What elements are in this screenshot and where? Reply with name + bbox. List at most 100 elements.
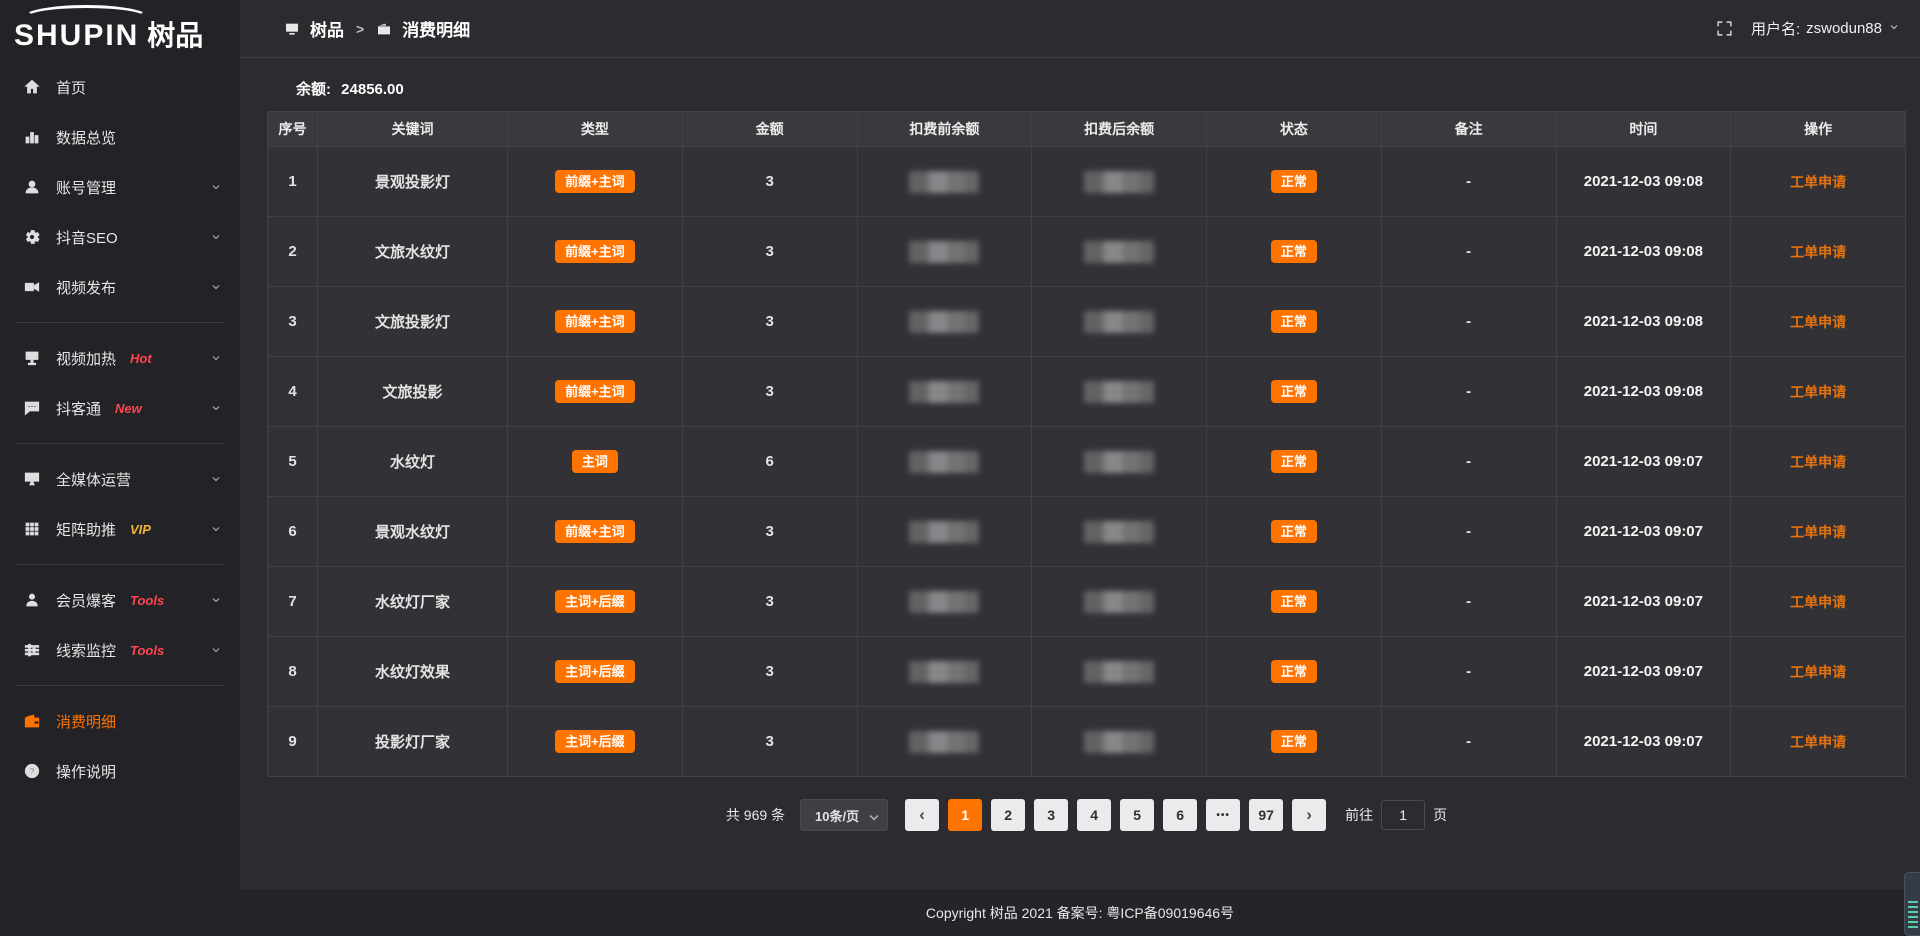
balance-value: 24856.00 [341,81,404,98]
cell-action: 工单申请 [1731,427,1906,497]
user-menu[interactable]: 用户名: zswodun88 [1751,18,1900,39]
prev-page-button[interactable]: ‹ [905,799,939,831]
cell-status: 正常 [1207,427,1382,497]
cell-balance-before [857,637,1032,707]
type-tag: 主词+后缀 [555,590,635,613]
work-order-link[interactable]: 工单申请 [1790,244,1846,260]
sidebar-item-account-management[interactable]: 账号管理 [0,162,240,212]
cell-status: 正常 [1207,707,1382,777]
cell-balance-before [857,287,1032,357]
work-order-link[interactable]: 工单申请 [1790,384,1846,400]
chevron-down-icon [210,644,222,656]
status-badge: 正常 [1271,590,1317,613]
chevron-down-icon [210,231,222,243]
page-size-select[interactable]: 10条/页 [800,799,888,831]
cell-index: 1 [268,147,318,217]
chevron-down-icon [210,181,222,193]
sidebar-item-lead-monitor[interactable]: 线索监控 Tools [0,625,240,675]
work-order-link[interactable]: 工单申请 [1790,174,1846,190]
cell-amount: 3 [682,567,857,637]
page-button-2[interactable]: 2 [991,799,1025,831]
cell-index: 9 [268,707,318,777]
cell-balance-before [857,147,1032,217]
type-tag: 主词+后缀 [555,660,635,683]
page-button-6[interactable]: 6 [1163,799,1197,831]
cell-keyword: 水纹灯厂家 [318,567,508,637]
sidebar-item-doukebao[interactable]: 抖客通 New [0,383,240,433]
cell-balance-after [1032,637,1207,707]
goto-page: 前往 页 [1345,800,1447,830]
table-row: 5 水纹灯 主词 6 正常 - 2021-12-03 09:07 工单申请 [268,427,1906,497]
video-upload-icon [22,277,42,297]
logo-arc [22,5,150,31]
work-order-link[interactable]: 工单申请 [1790,524,1846,540]
sidebar: SHUPIN 树品 首页 数据总览 账号管理 抖音SEO 视频发布 [0,0,240,936]
redacted-balance-after [1084,311,1154,333]
tools-badge: Tools [130,643,164,658]
type-tag: 前缀+主词 [555,240,635,263]
redacted-balance-before [909,661,979,683]
ellipsis-button[interactable]: ••• [1206,799,1240,831]
corner-widget[interactable] [1904,872,1920,936]
table-row: 9 投影灯厂家 主词+后缀 3 正常 - 2021-12-03 09:07 工单… [268,707,1906,777]
redacted-balance-after [1084,381,1154,403]
cell-time: 2021-12-03 09:08 [1556,287,1731,357]
sidebar-item-home[interactable]: 首页 [0,62,240,112]
cell-type: 前缀+主词 [508,147,683,217]
sidebar-item-video-heating[interactable]: 视频加热 Hot [0,333,240,383]
col-balance-before: 扣费前余额 [857,112,1032,147]
cell-index: 8 [268,637,318,707]
monitor-icon [22,469,42,489]
sidebar-item-instructions[interactable]: ? 操作说明 [0,746,240,796]
page-button-1[interactable]: 1 [948,799,982,831]
status-badge: 正常 [1271,170,1317,193]
work-order-link[interactable]: 工单申请 [1790,314,1846,330]
col-index: 序号 [268,112,318,147]
cell-balance-after [1032,217,1207,287]
cell-type: 前缀+主词 [508,287,683,357]
sidebar-item-video-publish[interactable]: 视频发布 [0,262,240,312]
page-button-97[interactable]: 97 [1249,799,1283,831]
cell-balance-before [857,707,1032,777]
cell-balance-after [1032,357,1207,427]
sidebar-item-label: 操作说明 [56,761,116,782]
cell-time: 2021-12-03 09:08 [1556,217,1731,287]
cell-amount: 3 [682,637,857,707]
goto-page-input[interactable] [1381,800,1425,830]
page-button-5[interactable]: 5 [1120,799,1154,831]
page-button-4[interactable]: 4 [1077,799,1111,831]
fullscreen-icon[interactable] [1716,20,1733,37]
sidebar-item-all-media[interactable]: 全媒体运营 [0,454,240,504]
chevron-down-icon [870,811,879,820]
sidebar-item-consumption-details[interactable]: 消费明细 [0,696,240,746]
redacted-balance-before [909,451,979,473]
bar-chart-icon [22,127,42,147]
chevron-down-icon [210,352,222,364]
page-button-3[interactable]: 3 [1034,799,1068,831]
cell-balance-before [857,497,1032,567]
work-order-link[interactable]: 工单申请 [1790,734,1846,750]
balance-label: 余额: [296,81,331,98]
sidebar-item-douyin-seo[interactable]: 抖音SEO [0,212,240,262]
work-order-link[interactable]: 工单申请 [1790,594,1846,610]
sidebar-item-matrix-boost[interactable]: 矩阵助推 VIP [0,504,240,554]
cell-remark: - [1381,497,1556,567]
next-page-button[interactable]: › [1292,799,1326,831]
consumption-table: 序号 关键词 类型 金额 扣费前余额 扣费后余额 状态 备注 时间 操作 [267,111,1906,777]
member-icon [22,590,42,610]
cell-status: 正常 [1207,637,1382,707]
work-order-link[interactable]: 工单申请 [1790,454,1846,470]
cell-balance-after [1032,147,1207,217]
cell-action: 工单申请 [1731,357,1906,427]
breadcrumb-item-root[interactable]: 树品 [310,16,344,41]
cell-action: 工单申请 [1731,217,1906,287]
cell-action: 工单申请 [1731,707,1906,777]
sidebar-item-label: 线索监控 [56,640,116,661]
cell-balance-after [1032,427,1207,497]
redacted-balance-before [909,241,979,263]
sidebar-item-data-overview[interactable]: 数据总览 [0,112,240,162]
goto-label: 前往 [1345,805,1373,825]
sidebar-item-member-burst[interactable]: 会员爆客 Tools [0,575,240,625]
cell-time: 2021-12-03 09:07 [1556,637,1731,707]
work-order-link[interactable]: 工单申请 [1790,664,1846,680]
